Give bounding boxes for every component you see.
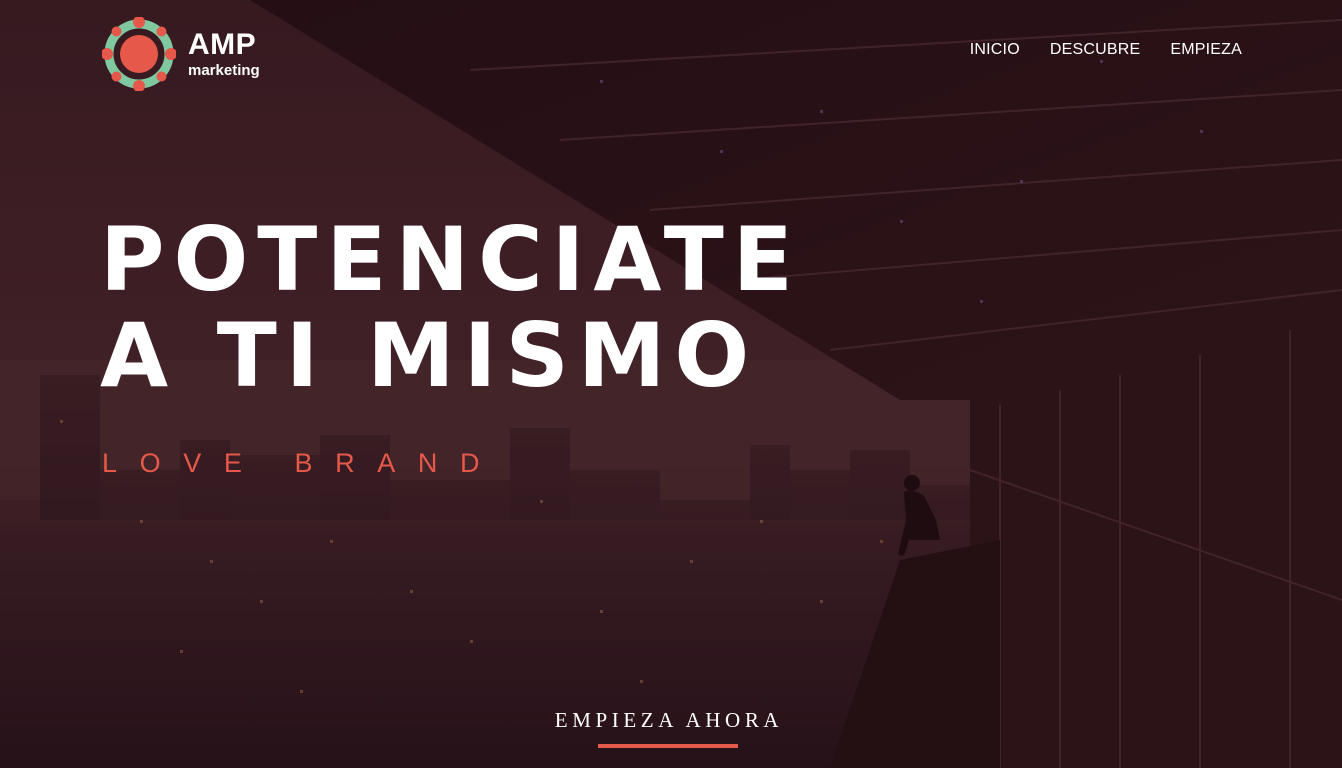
nav-item-descubre[interactable]: DESCUBRE <box>1050 41 1141 59</box>
amp-logo-icon <box>102 17 176 91</box>
cta-underline <box>598 744 738 748</box>
hero-headline-line-2: A TI MISMO <box>100 304 759 407</box>
brand-logo[interactable]: AMP marketing <box>102 17 260 91</box>
nav-item-empieza[interactable]: EMPIEZA <box>1170 41 1242 59</box>
brand-subtitle: marketing <box>188 62 260 79</box>
brand-wordmark: AMP marketing <box>188 28 260 79</box>
nav-item-inicio[interactable]: INICIO <box>970 41 1020 59</box>
hero-tagline: LOVE BRAND <box>102 448 503 478</box>
hero-section: AMP marketing INICIO DESCUBRE EMPIEZA PO… <box>0 0 1342 768</box>
hero-headline-line-1: POTENCIATE <box>100 208 802 311</box>
brand-name: AMP <box>188 28 257 61</box>
start-now-button[interactable]: EMPIEZA AHORA <box>528 708 810 733</box>
main-nav: INICIO DESCUBRE EMPIEZA <box>970 41 1242 59</box>
hero-headline: POTENCIATE A TI MISMO <box>100 212 802 404</box>
